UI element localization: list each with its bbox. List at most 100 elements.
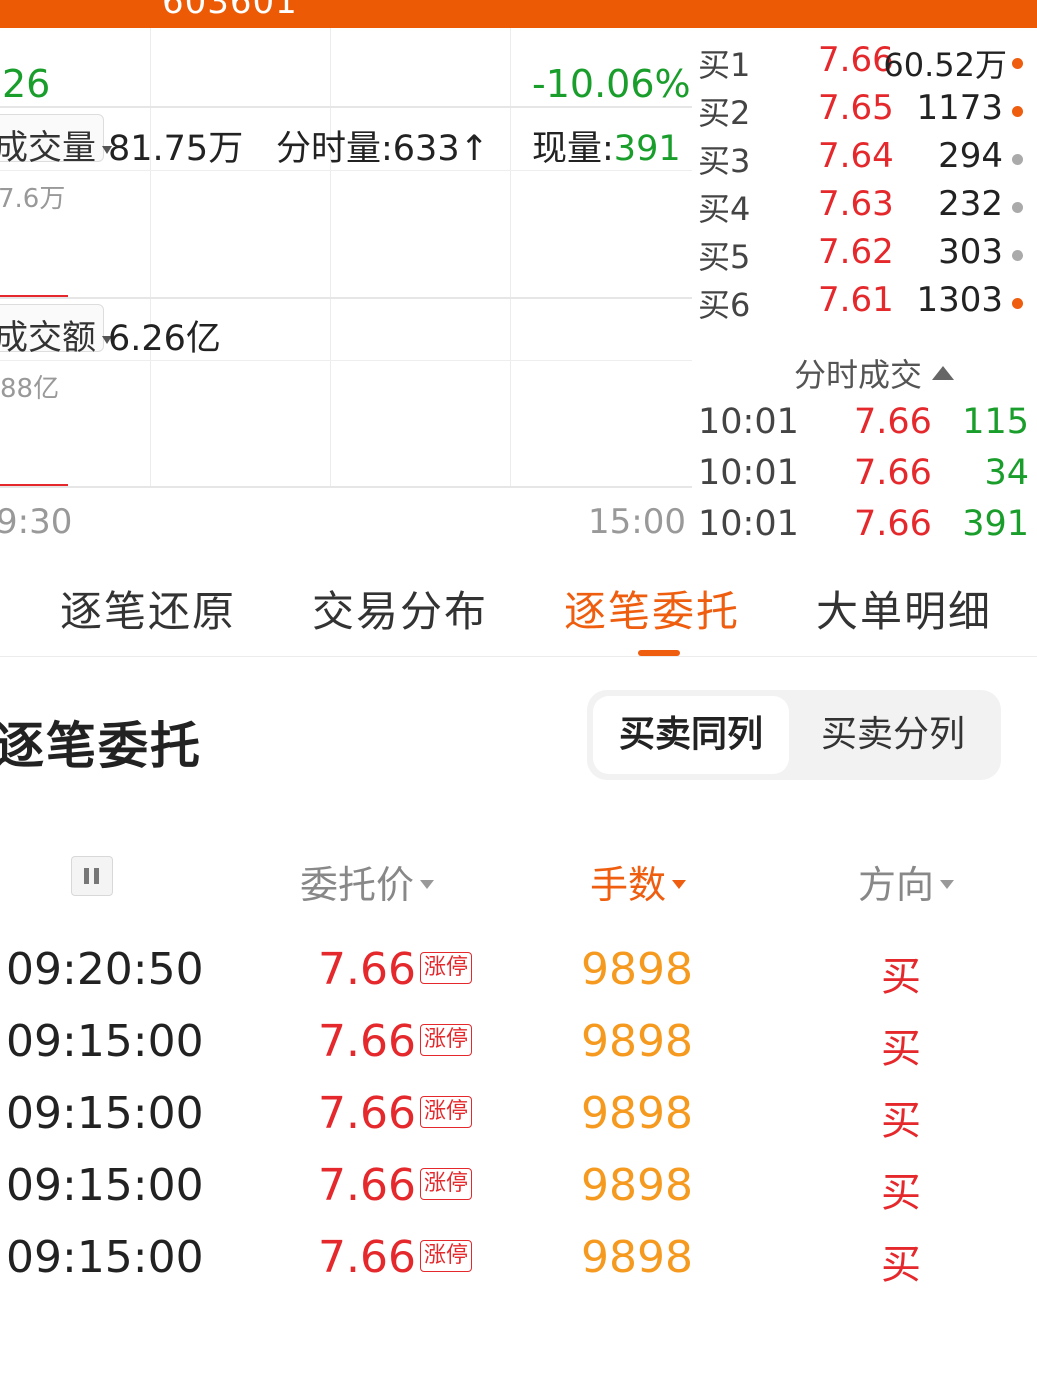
grid-line — [510, 28, 511, 488]
tick-row: 10:01 7.66 34 — [692, 453, 1037, 503]
tick-price: 7.66 — [854, 453, 932, 493]
bid-row: 买3 7.64 294 — [692, 136, 1037, 184]
order-qty: 9898 — [581, 1232, 693, 1283]
order-qty: 9898 — [581, 1160, 693, 1211]
current-volume: 现量:391 — [532, 129, 681, 169]
tick-time: 10:01 — [698, 453, 799, 493]
header-price[interactable]: 委托价 — [300, 854, 435, 909]
bid-price: 7.66 — [818, 40, 894, 80]
tick-volume: 分时量:633↑ — [276, 129, 489, 169]
tab-tick-restore[interactable]: 逐笔还原 — [60, 578, 236, 639]
header-qty[interactable]: 手数 — [590, 854, 687, 909]
time-axis-end: 15:00 — [588, 502, 686, 542]
volume-select-label[interactable]: 成交量 — [0, 120, 112, 169]
table-row[interactable]: 09:15:00 7.66 涨停 9898 买 — [0, 1016, 1037, 1088]
bid-row: 买5 7.62 303 — [692, 232, 1037, 280]
bid-price: 7.63 — [818, 184, 894, 224]
order-direction: 买 — [881, 1242, 921, 1288]
title-bar: 603601 — [0, 0, 1037, 28]
table-row[interactable]: 09:15:00 7.66 涨停 9898 买 — [0, 1232, 1037, 1304]
bid-volume: 1173 — [916, 88, 1003, 128]
caret-up-icon — [932, 366, 955, 380]
bid-row: 买4 7.63 232 — [692, 184, 1037, 232]
bid-volume: 60.52万 — [883, 46, 1007, 84]
limit-up-badge: 涨停 — [419, 1240, 472, 1272]
tick-price: 7.66 — [854, 402, 932, 442]
active-tab-indicator — [638, 650, 680, 656]
volume-value: 81.75万 — [108, 129, 244, 169]
order-direction: 买 — [881, 954, 921, 1000]
bid-label: 买4 — [698, 190, 751, 228]
amount-axis-max: 88亿 — [0, 374, 60, 404]
divider — [0, 106, 692, 108]
grid-line — [330, 28, 331, 488]
order-book[interactable]: 买1 7.66 60.52万 买2 7.65 1173 买3 7.64 294 … — [692, 28, 1037, 340]
sort-icon — [672, 880, 687, 889]
dot-icon — [1012, 250, 1023, 261]
table-row[interactable]: 09:20:50 7.66 涨停 9898 买 — [0, 944, 1037, 1016]
order-qty: 9898 — [581, 1088, 693, 1139]
tick-time: 10:01 — [698, 402, 799, 442]
divider — [0, 170, 692, 171]
order-price: 7.66 涨停 — [318, 1016, 472, 1067]
divider — [0, 360, 692, 361]
order-time: 09:15:00 — [6, 1160, 204, 1211]
tick-time: 10:01 — [698, 504, 799, 544]
order-time: 09:15:00 — [6, 1232, 204, 1283]
order-direction: 买 — [881, 1170, 921, 1216]
table-row[interactable]: 09:15:00 7.66 涨停 9898 买 — [0, 1088, 1037, 1160]
table-header: 委托价 手数 方向 — [0, 840, 1037, 920]
order-price: 7.66 涨停 — [318, 1160, 472, 1211]
order-time: 09:15:00 — [6, 1016, 204, 1067]
bid-price: 7.65 — [818, 88, 894, 128]
order-price: 7.66 涨停 — [318, 944, 472, 995]
limit-up-badge: 涨停 — [419, 1168, 472, 1200]
order-direction: 买 — [881, 1098, 921, 1144]
amount-select-label[interactable]: 成交额 — [0, 310, 112, 359]
tab-large-order-details[interactable]: 大单明细 — [816, 578, 992, 639]
bid-volume: 1303 — [916, 280, 1003, 320]
order-qty: 9898 — [581, 944, 693, 995]
tick-row: 10:01 7.66 391 — [692, 504, 1037, 554]
bid-price: 7.61 — [818, 280, 894, 320]
tab-tick-orders[interactable]: 逐笔委托 — [564, 578, 740, 639]
table-row[interactable]: 09:15:00 7.66 涨停 9898 买 — [0, 1160, 1037, 1232]
header-direction[interactable]: 方向 — [858, 854, 955, 909]
detail-tabs: 逐笔还原 交易分布 逐笔委托 大单明细 — [0, 550, 1037, 657]
toggle-same-column[interactable]: 买卖同列 — [593, 696, 789, 774]
stock-code: 603601 — [162, 0, 298, 22]
bid-label: 买5 — [698, 238, 751, 276]
sort-icon — [420, 880, 435, 889]
dot-icon — [1012, 106, 1023, 117]
order-direction: 买 — [881, 1026, 921, 1072]
pause-button[interactable] — [71, 856, 113, 896]
tick-price: 7.66 — [854, 504, 932, 544]
limit-up-badge: 涨停 — [419, 1096, 472, 1128]
bid-price: 7.62 — [818, 232, 894, 272]
dot-icon — [1012, 154, 1023, 165]
order-time: 09:15:00 — [6, 1088, 204, 1139]
toggle-split-column[interactable]: 买卖分列 — [795, 696, 991, 774]
layout-toggle: 买卖同列 买卖分列 — [587, 690, 1001, 780]
bid-label: 买6 — [698, 286, 751, 324]
order-price: 7.66 涨停 — [318, 1232, 472, 1283]
section-title: 逐笔委托 — [0, 717, 202, 775]
tick-row: 10:01 7.66 115 — [692, 402, 1037, 452]
dot-icon — [1012, 202, 1023, 213]
dot-icon — [1012, 58, 1023, 69]
bid-row: 买1 7.66 60.52万 — [692, 40, 1037, 88]
tick-volume: 115 — [962, 402, 1029, 442]
intraday-chart[interactable]: 26 -10.06% 成交量 81.75万 分时量:633↑ 现量:391 7.… — [0, 28, 692, 550]
pause-icon — [84, 868, 89, 884]
bid-label: 买2 — [698, 94, 751, 132]
tick-volume: 391 — [962, 504, 1029, 544]
divider — [0, 486, 692, 488]
tick-trades-panel[interactable]: 分时成交 10:01 7.66 115 10:01 7.66 34 10:01 … — [692, 340, 1037, 550]
order-qty: 9898 — [581, 1016, 693, 1067]
limit-up-badge: 涨停 — [419, 1024, 472, 1056]
tick-trades-title[interactable]: 分时成交 — [794, 350, 955, 396]
limit-up-badge: 涨停 — [419, 952, 472, 984]
bid-volume: 232 — [938, 184, 1003, 224]
order-time: 09:20:50 — [6, 944, 204, 995]
tab-trade-distribution[interactable]: 交易分布 — [312, 578, 488, 639]
